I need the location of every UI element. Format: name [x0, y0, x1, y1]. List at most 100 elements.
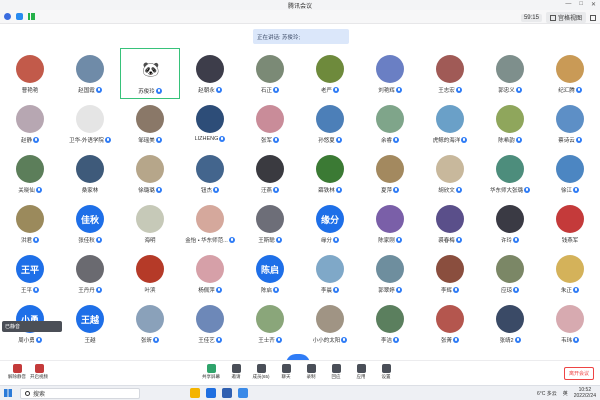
participant-tile[interactable]: 张菁 — [420, 298, 480, 348]
mic-button[interactable]: 解除静音 — [6, 364, 28, 380]
toolbar-label: 开启视频 — [30, 374, 48, 379]
participant-tile[interactable]: 郭忠义 — [480, 48, 540, 98]
settings-button[interactable]: 设置 — [375, 364, 397, 380]
participant-tile[interactable]: 海明 — [120, 198, 180, 248]
participant-tile[interactable]: 夏萍 — [360, 148, 420, 198]
participant-tile[interactable]: 石正 — [240, 48, 300, 98]
participant-tile[interactable]: 卫华-外语学院 — [60, 98, 120, 148]
participant-tile[interactable]: 张昕 — [120, 298, 180, 348]
windows-start-icon[interactable] — [4, 389, 12, 397]
info-icon[interactable] — [4, 13, 11, 20]
participant-tile[interactable]: 邹瑶美 — [120, 98, 180, 148]
participant-tile[interactable]: 应琼 — [480, 248, 540, 298]
input-language[interactable]: 英 — [563, 390, 568, 397]
word-app-icon[interactable] — [222, 388, 232, 398]
participant-tile[interactable]: 虎鲸的海洋 — [420, 98, 480, 148]
apps-button[interactable]: 应用 — [350, 364, 372, 380]
participant-label: 朱正 — [540, 286, 600, 294]
invite-button[interactable]: 邀请 — [225, 364, 247, 380]
self-mute-indicator[interactable]: 已静音 — [2, 321, 62, 332]
participant-tile[interactable]: 汪燕 — [240, 148, 300, 198]
view-toggle-button[interactable]: 宫格视图 — [545, 12, 586, 23]
participant-tile[interactable]: 王士齐 — [240, 298, 300, 348]
participant-tile[interactable]: 钮杰 — [180, 148, 240, 198]
participant-tile[interactable]: 李洁 — [360, 298, 420, 348]
participant-tile[interactable]: 桑家林 — [60, 148, 120, 198]
participant-tile[interactable]: 缘分 缘分 — [300, 198, 360, 248]
participant-tile[interactable]: 钱燕军 — [540, 198, 600, 248]
participant-tile[interactable]: 李晨 — [300, 248, 360, 298]
participant-tile[interactable]: 金怡 • 华东师范... — [180, 198, 240, 248]
file-explorer-icon[interactable] — [190, 388, 200, 398]
members-button[interactable]: 成员(65) — [250, 364, 272, 380]
participant-tile[interactable]: 陈启 陈启 — [240, 248, 300, 298]
participant-tile[interactable]: 华东师大张璐 — [480, 148, 540, 198]
participant-label: 石正 — [240, 86, 300, 94]
reaction-button[interactable]: 回应 — [325, 364, 347, 380]
participant-tile[interactable]: 陈家刚 — [360, 198, 420, 248]
participant-tile[interactable]: 王丹丹 — [60, 248, 120, 298]
participant-tile[interactable]: 杨佩萍 — [180, 248, 240, 298]
participant-name: 华东师大张璐 — [489, 188, 523, 194]
participant-tile[interactable]: 纪汇腾 — [540, 48, 600, 98]
participant-tile[interactable]: 薛铁林 — [300, 148, 360, 198]
participant-tile[interactable]: 余睿 — [360, 98, 420, 148]
participant-tile[interactable]: 关晓仙 — [0, 148, 60, 198]
record-button[interactable]: 录制 — [300, 364, 322, 380]
participant-tile[interactable]: 徐江 — [540, 148, 600, 198]
maximize-button[interactable]: □ — [579, 1, 583, 8]
participant-tile[interactable]: 裘春梅 — [420, 198, 480, 248]
signal-icon[interactable] — [28, 13, 35, 20]
clock[interactable]: 10:52 2022/2/24 — [574, 387, 596, 399]
participant-tile[interactable]: 曹艳艳 — [0, 48, 60, 98]
mic-muted-icon — [215, 337, 222, 343]
taskbar-search-box[interactable]: 搜索 — [20, 388, 140, 399]
participant-tile[interactable]: 陈希韵 — [480, 98, 540, 148]
participant-tile[interactable]: 小小的太阳 — [300, 298, 360, 348]
participant-name: 老严 — [320, 88, 332, 94]
participant-name: 钮杰 — [200, 188, 212, 194]
close-button[interactable]: ✕ — [591, 1, 596, 8]
participant-tile[interactable]: 王越 王越 — [60, 298, 120, 348]
participant-tile[interactable]: 许玲 — [480, 198, 540, 248]
participant-tile[interactable]: 赵朝永 — [180, 48, 240, 98]
participant-tile[interactable]: 李辉 — [420, 248, 480, 298]
participant-tile[interactable]: 王佳艺 — [180, 298, 240, 348]
participant-tile[interactable]: 叶滨 — [120, 248, 180, 298]
participant-tile[interactable]: 张军 — [240, 98, 300, 148]
minimize-button[interactable]: — — [565, 1, 571, 8]
participant-tile[interactable]: 老严 — [300, 48, 360, 98]
participant-label: 纪汇腾 — [540, 86, 600, 94]
share-screen-button[interactable]: 共享屏幕 — [200, 364, 222, 380]
participant-tile[interactable]: 蔡诗云 — [540, 98, 600, 148]
participant-tile[interactable]: 赵静 — [0, 98, 60, 148]
participant-tile[interactable]: 孙悠夏 — [300, 98, 360, 148]
participant-tile[interactable]: 王平 王平 — [0, 248, 60, 298]
participant-tile[interactable]: 赵国霞 — [60, 48, 120, 98]
participant-tile[interactable]: 朱正 — [540, 248, 600, 298]
tencent-meeting-icon[interactable] — [238, 388, 248, 398]
participant-tile[interactable]: 张靖2 — [480, 298, 540, 348]
participant-tile[interactable]: 郭翠婷 — [360, 248, 420, 298]
participant-tile[interactable]: 王斯聪 — [240, 198, 300, 248]
leave-meeting-button[interactable]: 离开会议 — [563, 367, 594, 380]
participant-tile[interactable]: 韦玮 — [540, 298, 600, 348]
participant-name: 郭忠义 — [498, 88, 515, 94]
fullscreen-icon[interactable] — [590, 14, 596, 21]
shield-icon[interactable] — [16, 13, 23, 20]
participant-tile[interactable]: 刘艳辉 — [360, 48, 420, 98]
participant-tile[interactable]: 王志宏 — [420, 48, 480, 98]
weather-text[interactable]: 6°C 多云 — [537, 390, 557, 397]
participant-tile[interactable]: 佳秋 张佳秋 — [60, 198, 120, 248]
meeting-app-icon[interactable] — [206, 388, 216, 398]
mic-muted-icon — [455, 237, 462, 243]
participant-tile[interactable]: 🐼 苏俊玲 — [120, 48, 180, 99]
participant-name: 郭翠婷 — [378, 288, 395, 294]
participant-name: 许玲 — [500, 238, 512, 244]
video-button[interactable]: 开启视频 — [28, 364, 50, 380]
participant-tile[interactable]: LIZHENG — [180, 98, 240, 148]
chat-button[interactable]: 聊天 — [275, 364, 297, 380]
participant-tile[interactable]: 洪君 — [0, 198, 60, 248]
participant-tile[interactable]: 徐璐璐 — [120, 148, 180, 198]
participant-tile[interactable]: 胡欣文 — [420, 148, 480, 198]
